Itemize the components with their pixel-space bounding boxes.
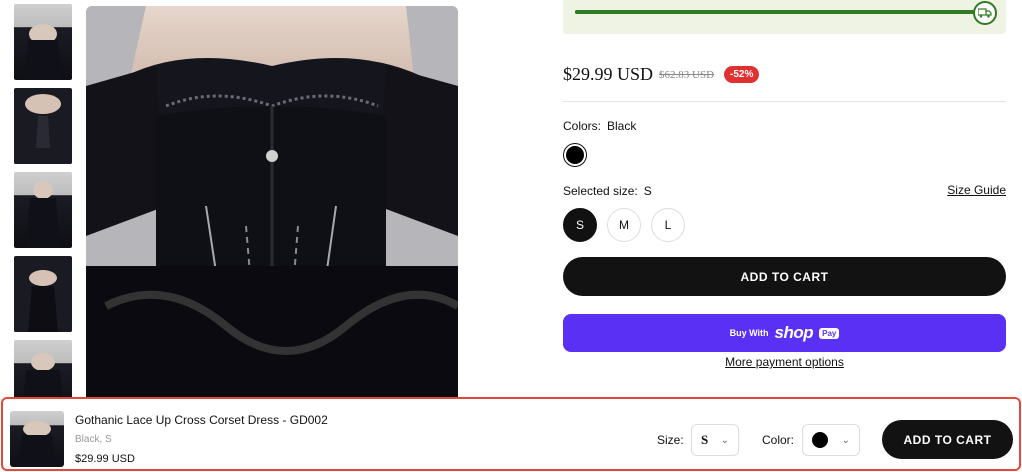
sticky-product-title: Gothanic Lace Up Cross Corset Dress - GD… [75, 413, 328, 427]
sticky-color-dot [812, 432, 828, 448]
buy-with-text: Buy With [729, 328, 769, 338]
shop-logo: shop [774, 323, 814, 342]
thumbnail-4[interactable] [14, 256, 72, 332]
sticky-add-to-cart-bar: Gothanic Lace Up Cross Corset Dress - GD… [1, 397, 1021, 471]
colors-label-key: Colors: [563, 119, 602, 133]
sticky-color-label: Color: [762, 433, 795, 447]
size-option-m[interactable]: M [607, 208, 641, 242]
sticky-size-value: S [701, 432, 709, 447]
color-swatch-black[interactable] [563, 143, 587, 167]
chevron-down-icon: ⌄ [841, 434, 850, 446]
size-options: S M L [563, 208, 685, 242]
size-guide-link[interactable]: Size Guide [947, 183, 1006, 197]
compare-price: $62.83 USD [659, 68, 715, 81]
more-payment-options-link[interactable]: More payment options [563, 355, 1006, 369]
pay-badge: Pay [819, 327, 840, 339]
product-price: $29.99 USD [563, 64, 654, 84]
progress-fill [575, 10, 985, 14]
free-shipping-progress [563, 0, 1006, 34]
thumbnail-2[interactable] [14, 88, 72, 164]
thumbnail-1[interactable] [14, 4, 72, 80]
divider [563, 101, 1006, 102]
discount-badge: -52% [724, 66, 760, 83]
sticky-size-label: Size: [657, 433, 684, 447]
size-label-key: Selected size: [563, 184, 638, 198]
shop-pay-button[interactable]: Buy With shop Pay [563, 314, 1006, 352]
size-option-l[interactable]: L [651, 208, 685, 242]
size-label: Selected size: S [563, 184, 652, 198]
sticky-product-price: $29.99 USD [75, 453, 135, 465]
price-row: $29.99 USD $62.83 USD -52% [563, 64, 760, 85]
selected-color: Black [607, 119, 637, 133]
chevron-down-icon: ⌄ [720, 434, 729, 446]
sticky-product-thumbnail [10, 411, 64, 467]
thumbnail-5[interactable] [14, 340, 72, 404]
truck-icon [973, 1, 997, 25]
progress-bar [575, 10, 985, 14]
thumbnail-3[interactable] [14, 172, 72, 248]
add-to-cart-button[interactable]: ADD TO CART [563, 257, 1006, 296]
sticky-add-to-cart-button[interactable]: ADD TO CART [882, 420, 1013, 459]
sticky-size-select[interactable]: S ⌄ [691, 424, 739, 456]
selected-size: S [643, 184, 652, 198]
thumbnail-gallery [14, 4, 72, 404]
sticky-color-select[interactable]: ⌄ [802, 424, 860, 456]
color-dot [566, 146, 584, 164]
sticky-product-variant: Black, S [75, 434, 112, 445]
size-option-s[interactable]: S [563, 208, 597, 242]
colors-label: Colors: Black [563, 119, 636, 133]
main-product-image [86, 6, 458, 404]
